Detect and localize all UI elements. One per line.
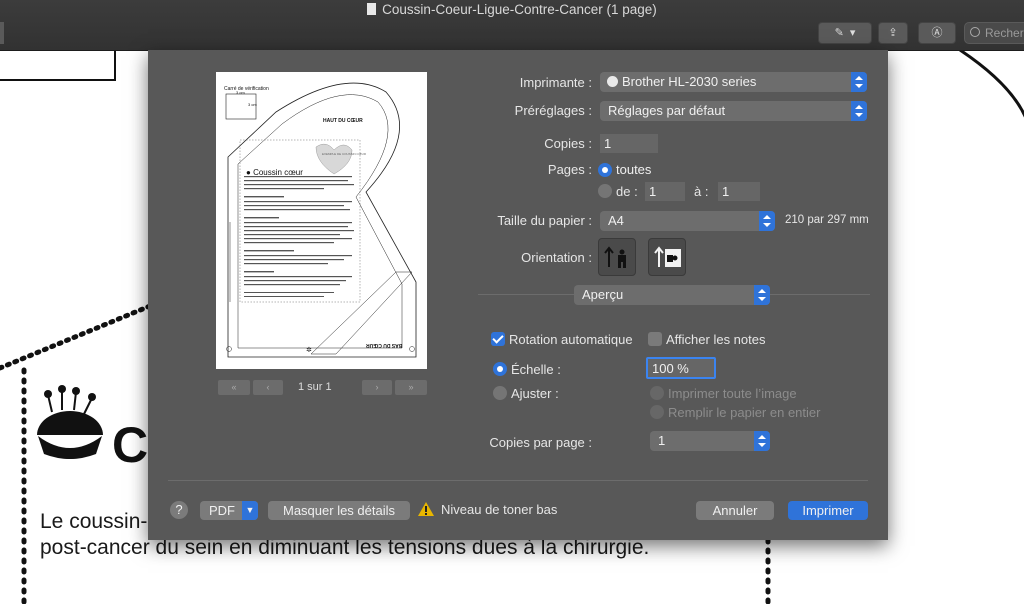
pages-to-field[interactable]: 1 <box>718 182 760 201</box>
paper-size-popup[interactable]: A4 <box>600 211 775 231</box>
orientation-landscape-button[interactable] <box>648 238 686 276</box>
page-indicator: 1 sur 1 <box>298 381 332 393</box>
toolbar-left-edge[interactable] <box>0 22 4 44</box>
orientation-label: Orientation : <box>521 250 592 265</box>
fit-radio[interactable] <box>493 386 507 400</box>
popup-arrows-icon <box>754 285 770 305</box>
show-notes-checkbox[interactable] <box>648 332 662 346</box>
paper-dimensions: 210 par 297 mm <box>785 214 869 226</box>
pages-all-radio[interactable] <box>598 163 612 177</box>
fit-label: Ajuster : <box>511 386 559 401</box>
fit-fill-paper-radio[interactable] <box>650 405 664 419</box>
search-placeholder: Recherc <box>985 26 1024 40</box>
pattern-bottom-label: BAS DU CŒUR <box>366 342 403 348</box>
popup-arrows-icon <box>754 431 770 451</box>
section-popup[interactable]: Aperçu <box>574 285 770 305</box>
pattern-outline: ✲ <box>225 82 417 358</box>
svg-text:✲: ✲ <box>306 346 312 354</box>
verification-square-side: 3 cm <box>248 102 257 107</box>
landscape-icon <box>654 246 681 267</box>
pages-all-label: toutes <box>616 162 652 177</box>
last-page-button[interactable]: » <box>395 380 427 395</box>
copies-field[interactable]: 1 <box>600 134 658 153</box>
scale-label: Échelle : <box>511 362 561 377</box>
portrait-icon <box>604 246 626 268</box>
previous-page-button[interactable]: ‹ <box>253 380 283 395</box>
printer-popup[interactable]: Brother HL-2030 series <box>600 72 867 92</box>
print-button[interactable]: Imprimer <box>788 501 868 520</box>
fit-fill-paper-label: Remplir le papier en entier <box>668 405 821 420</box>
popup-arrows-icon <box>759 211 775 231</box>
pages-range-radio[interactable] <box>598 184 612 198</box>
auto-rotate-checkbox[interactable] <box>491 332 505 346</box>
markup-button[interactable]: ✎ ▾ <box>818 22 872 44</box>
footer-separator <box>168 480 868 481</box>
presets-label: Préréglages : <box>514 103 592 118</box>
paper-size-label: Taille du papier : <box>497 213 592 228</box>
hide-details-button[interactable]: Masquer les détails <box>268 501 410 520</box>
preview-title: ● Coussin cœur <box>246 168 303 177</box>
heart-label: EXEMPLE DE COUSSIN CŒUR <box>322 152 367 156</box>
cancel-button[interactable]: Annuler <box>696 501 774 520</box>
fit-whole-image-radio[interactable] <box>650 386 664 400</box>
copies-per-page-label: Copies par page : <box>489 435 592 450</box>
share-icon: ⇪ <box>888 27 898 39</box>
window-title: Coussin-Coeur-Ligue-Contre-Cancer (1 pag… <box>0 2 1024 17</box>
printer-label: Imprimante : <box>519 75 592 90</box>
chevron-down-icon: ▼ <box>242 501 258 520</box>
show-notes-label: Afficher les notes <box>666 332 766 347</box>
popup-arrows-icon <box>851 101 867 121</box>
pages-to-label: à : <box>694 184 709 199</box>
document-icon <box>367 3 377 15</box>
print-preview-page: ✲ Carré de vérification 3 cm 3 cm HAUT D… <box>216 72 427 369</box>
pages-label: Pages : <box>547 162 592 177</box>
print-dialog: ✲ Carré de vérification 3 cm 3 cm HAUT D… <box>148 50 888 540</box>
verification-square-top: 3 cm <box>236 90 245 95</box>
presets-popup[interactable]: Réglages par défaut <box>600 101 867 121</box>
chevron-down-icon: ▾ <box>849 27 856 39</box>
printer-status-icon <box>607 76 618 87</box>
toner-warning-text: Niveau de toner bas <box>441 502 558 517</box>
pdf-menu-button[interactable]: PDF ▼ <box>200 501 258 520</box>
document-text-line: Le coussin- <box>40 510 148 533</box>
annotate-button[interactable]: Ⓐ <box>918 22 956 44</box>
pages-from-field[interactable]: 1 <box>645 182 685 201</box>
next-page-button[interactable]: › <box>362 380 392 395</box>
pincushion-icon: ● <box>246 168 251 177</box>
share-button[interactable]: ⇪ <box>878 22 908 44</box>
popup-arrows-icon <box>851 72 867 92</box>
scale-radio[interactable] <box>493 362 507 376</box>
window-titlebar: Coussin-Coeur-Ligue-Contre-Cancer (1 pag… <box>0 0 1024 51</box>
pages-from-label: de : <box>616 184 638 199</box>
copies-label: Copies : <box>544 136 592 151</box>
search-field[interactable]: Recherc <box>964 22 1024 44</box>
pattern-top-label: HAUT DU CŒUR <box>323 118 363 124</box>
warning-icon <box>417 501 435 520</box>
copies-per-page-popup[interactable]: 1 <box>650 431 770 451</box>
document-heading: C <box>112 417 149 473</box>
help-button[interactable]: ? <box>170 501 188 519</box>
scale-field[interactable]: 100 % <box>646 357 716 379</box>
search-icon <box>970 27 980 37</box>
first-page-button[interactable]: « <box>218 380 250 395</box>
annotate-icon: Ⓐ <box>931 27 943 39</box>
verification-square-title: Carré de vérification <box>224 86 269 92</box>
auto-rotate-label: Rotation automatique <box>509 332 633 347</box>
pen-icon: ✎ <box>834 27 844 39</box>
orientation-portrait-button[interactable] <box>598 238 636 276</box>
fit-whole-image-label: Imprimer toute l’image <box>668 386 797 401</box>
